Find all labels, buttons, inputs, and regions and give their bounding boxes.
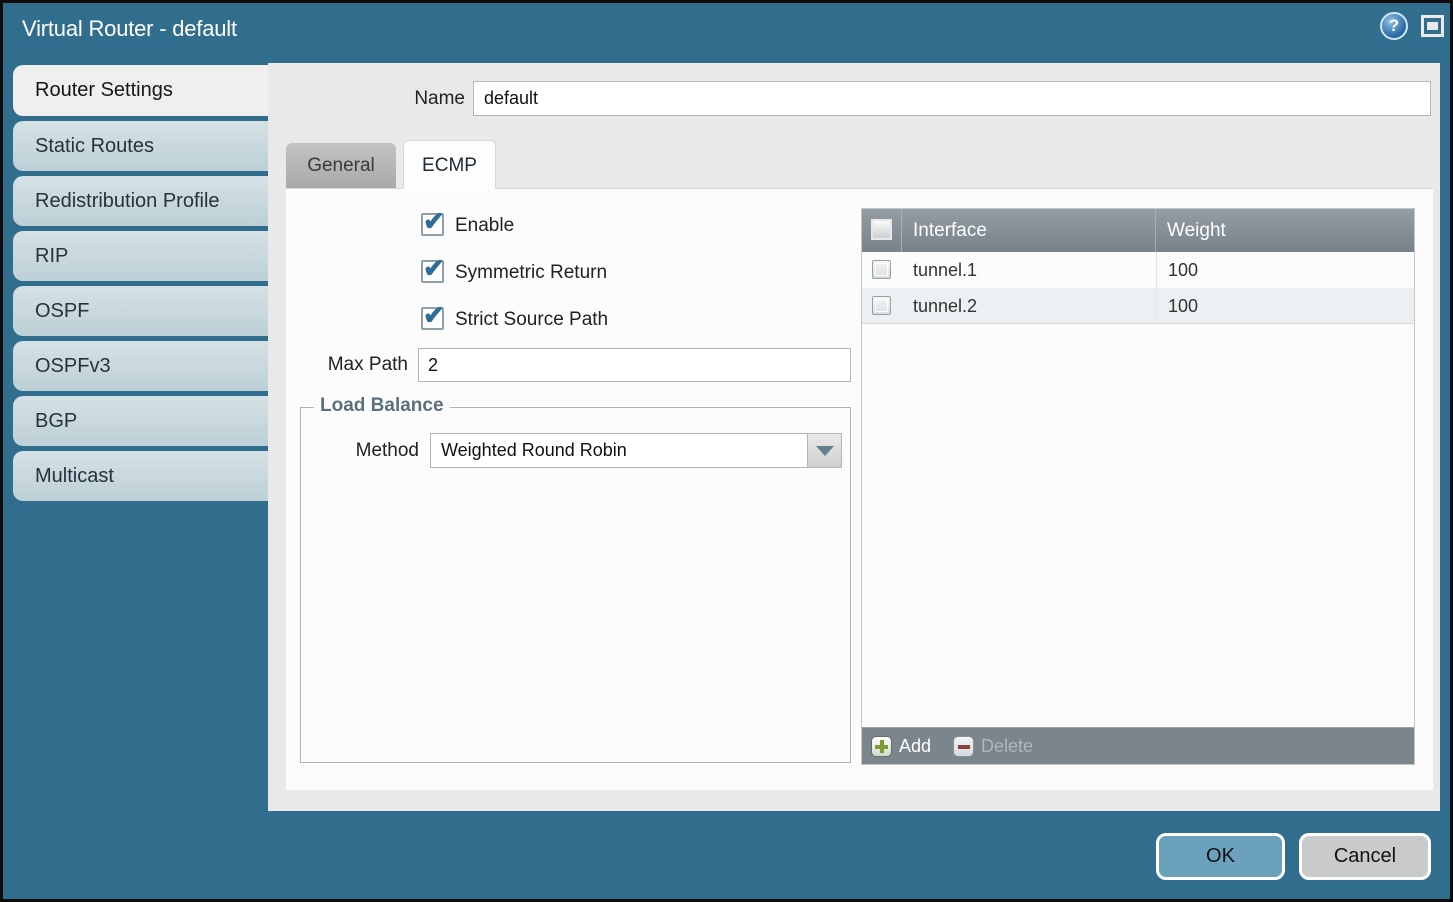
- enable-label: Enable: [455, 215, 514, 237]
- sidebar-item-ospf[interactable]: OSPF: [13, 286, 268, 336]
- header-checkbox-cell: [862, 209, 902, 252]
- symmetric-return-checkbox[interactable]: ✔: [421, 260, 444, 283]
- virtual-router-dialog: Virtual Router - default ? Router Settin…: [0, 0, 1453, 902]
- restore-window-icon[interactable]: [1421, 15, 1444, 37]
- method-label: Method: [303, 440, 419, 462]
- sidebar-item-router-settings[interactable]: Router Settings: [13, 65, 268, 116]
- table-row[interactable]: tunnel.1 100: [862, 252, 1414, 288]
- enable-checkbox[interactable]: ✔: [421, 213, 444, 236]
- weight-cell: 100: [1156, 252, 1414, 288]
- sidebar-item-redistribution-profile[interactable]: Redistribution Profile: [13, 176, 268, 226]
- dialog-title: Virtual Router - default: [22, 16, 237, 42]
- ok-button[interactable]: OK: [1156, 833, 1285, 880]
- sidebar-item-multicast[interactable]: Multicast: [13, 451, 268, 501]
- delete-icon[interactable]: [953, 736, 974, 757]
- load-balance-legend: Load Balance: [314, 395, 450, 417]
- row-checkbox-cell: [862, 252, 902, 288]
- row-checkbox[interactable]: [872, 296, 891, 315]
- table-row[interactable]: tunnel.2 100: [862, 288, 1414, 324]
- checkmark-icon: ✔: [423, 206, 445, 237]
- add-icon[interactable]: [871, 736, 892, 757]
- name-label: Name: [383, 88, 465, 110]
- checkmark-icon: ✔: [423, 300, 445, 331]
- sidebar-item-static-routes[interactable]: Static Routes: [13, 121, 268, 171]
- sidebar-item-ospfv3[interactable]: OSPFv3: [13, 341, 268, 391]
- sidebar-item-bgp[interactable]: BGP: [13, 396, 268, 446]
- symmetric-return-label: Symmetric Return: [455, 262, 607, 284]
- tab-general[interactable]: General: [286, 143, 396, 189]
- cancel-button[interactable]: Cancel: [1299, 833, 1431, 880]
- sidebar-item-rip[interactable]: RIP: [13, 231, 268, 281]
- chevron-down-icon[interactable]: [807, 434, 841, 467]
- max-path-input[interactable]: [418, 348, 851, 382]
- method-dropdown[interactable]: Weighted Round Robin: [430, 433, 842, 468]
- row-checkbox[interactable]: [872, 260, 891, 279]
- weight-cell: 100: [1156, 288, 1414, 323]
- row-checkbox-cell: [862, 288, 902, 323]
- select-all-checkbox[interactable]: [871, 219, 892, 240]
- strict-source-path-checkbox[interactable]: ✔: [421, 307, 444, 330]
- checkmark-icon: ✔: [423, 253, 445, 284]
- tab-ecmp[interactable]: ECMP: [403, 140, 496, 189]
- add-button[interactable]: Add: [899, 736, 931, 757]
- table-footer: Add Delete: [862, 727, 1414, 764]
- weight-column-header: Weight: [1156, 209, 1414, 252]
- name-input[interactable]: [473, 81, 1431, 116]
- interface-cell: tunnel.1: [902, 252, 1156, 288]
- max-path-label: Max Path: [300, 354, 408, 376]
- interface-table: Interface Weight tunnel.1 100 tunnel.2 1…: [861, 208, 1415, 765]
- delete-button[interactable]: Delete: [981, 736, 1033, 757]
- interface-column-header: Interface: [902, 209, 1156, 252]
- strict-source-path-label: Strict Source Path: [455, 309, 608, 331]
- table-header-row: Interface Weight: [862, 209, 1414, 252]
- interface-cell: tunnel.2: [902, 288, 1156, 323]
- method-selected-value: Weighted Round Robin: [441, 434, 627, 467]
- help-icon[interactable]: ?: [1380, 12, 1408, 40]
